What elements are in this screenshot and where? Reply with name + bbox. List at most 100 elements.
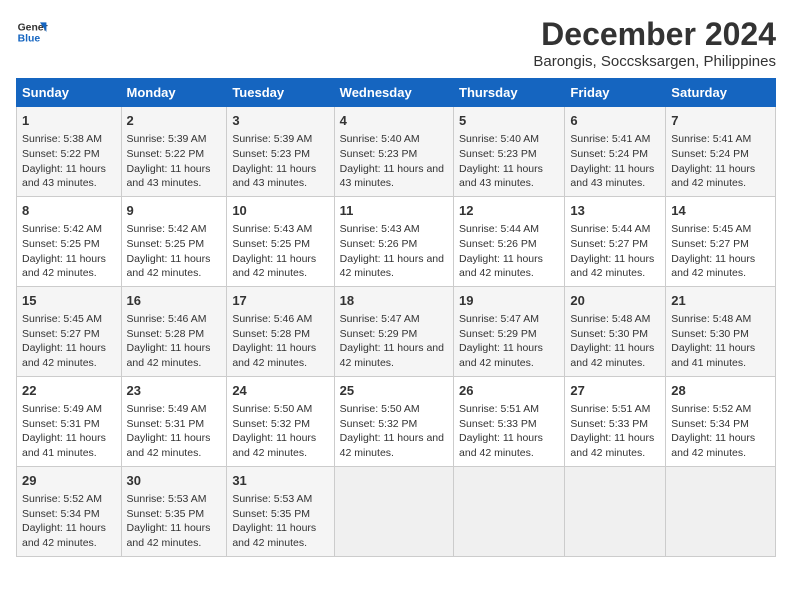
sunrise-text: Sunrise: 5:48 AM: [570, 313, 650, 325]
daylight-text: Daylight: 11 hours and 42 minutes.: [232, 253, 316, 280]
sunrise-text: Sunrise: 5:50 AM: [340, 403, 420, 415]
calendar-cell: 25Sunrise: 5:50 AMSunset: 5:32 PMDayligh…: [334, 376, 453, 466]
sunrise-text: Sunrise: 5:48 AM: [671, 313, 751, 325]
sunset-text: Sunset: 5:30 PM: [671, 328, 749, 340]
calendar-cell: 31Sunrise: 5:53 AMSunset: 5:35 PMDayligh…: [227, 466, 334, 556]
sunset-text: Sunset: 5:33 PM: [570, 418, 648, 430]
daylight-text: Daylight: 11 hours and 42 minutes.: [340, 253, 444, 280]
day-number: 23: [127, 382, 222, 400]
daylight-text: Daylight: 11 hours and 42 minutes.: [459, 342, 543, 369]
day-number: 17: [232, 292, 328, 310]
day-number: 19: [459, 292, 559, 310]
sunset-text: Sunset: 5:22 PM: [127, 148, 205, 160]
sunrise-text: Sunrise: 5:51 AM: [459, 403, 539, 415]
sunset-text: Sunset: 5:23 PM: [459, 148, 537, 160]
calendar-cell: 2 Sunrise: 5:39 AM Sunset: 5:22 PM Daylight…: [121, 107, 227, 197]
calendar-cell: 18 Sunrise: 5:47 AM Sunset: 5:29 PM Dayligh…: [334, 286, 453, 376]
svg-text:Blue: Blue: [18, 34, 41, 45]
calendar-cell: 19Sunrise: 5:47 AMSunset: 5:29 PMDayligh…: [454, 286, 565, 376]
day-number: 22: [22, 382, 116, 400]
sunset-text: Sunset: 5:23 PM: [340, 148, 418, 160]
daylight-text: Daylight: 11 hours and 42 minutes.: [459, 253, 543, 280]
sunrise-text: Sunrise: 5:44 AM: [459, 223, 539, 235]
sunrise-text: Sunrise: 5:47 AM: [340, 313, 420, 325]
calendar-row-2: 8Sunrise: 5:42 AMSunset: 5:25 PMDaylight…: [17, 196, 776, 286]
day-number: 16: [127, 292, 222, 310]
daylight-text: Daylight: 11 hours and 43 minutes.: [459, 163, 543, 190]
sunset-text: Sunset: 5:26 PM: [459, 238, 537, 250]
sunrise-text: Sunrise: 5:45 AM: [671, 223, 751, 235]
calendar-cell: 9Sunrise: 5:42 AMSunset: 5:25 PMDaylight…: [121, 196, 227, 286]
day-number: 7: [671, 112, 770, 130]
day-number: 31: [232, 472, 328, 490]
daylight-text: Daylight: 11 hours and 43 minutes.: [127, 163, 211, 190]
sunrise-text: Sunrise: 5:46 AM: [127, 313, 207, 325]
sunset-text: Sunset: 5:27 PM: [22, 328, 100, 340]
sunset-text: Sunset: 5:24 PM: [570, 148, 648, 160]
subtitle: Barongis, Soccsksargen, Philippines: [533, 53, 776, 70]
sunset-text: Sunset: 5:23 PM: [232, 148, 310, 160]
day-number: 13: [570, 202, 660, 220]
daylight-text: Daylight: 11 hours and 41 minutes.: [22, 432, 106, 459]
page-header: General Blue December 2024 Barongis, Soc…: [16, 16, 776, 70]
day-number: 3: [232, 112, 328, 130]
calendar-cell: 12 Sunrise: 5:44 AM Sunset: 5:26 PM Dayligh…: [454, 196, 565, 286]
sunset-text: Sunset: 5:29 PM: [340, 328, 418, 340]
calendar-cell: 11Sunrise: 5:43 AMSunset: 5:26 PMDayligh…: [334, 196, 453, 286]
calendar-cell: 8Sunrise: 5:42 AMSunset: 5:25 PMDaylight…: [17, 196, 122, 286]
day-number: 20: [570, 292, 660, 310]
daylight-text: Daylight: 11 hours and 42 minutes.: [340, 342, 444, 369]
calendar-cell: 13 Sunrise: 5:44 AM Sunset: 5:27 PM Dayligh…: [565, 196, 666, 286]
day-number: 30: [127, 472, 222, 490]
sunset-text: Sunset: 5:33 PM: [459, 418, 537, 430]
day-number: 14: [671, 202, 770, 220]
day-number: 28: [671, 382, 770, 400]
sunrise-text: Sunrise: 5:39 AM: [127, 133, 207, 145]
sunrise-text: Sunrise: 5:49 AM: [127, 403, 207, 415]
sunrise-text: Sunrise: 5:47 AM: [459, 313, 539, 325]
sunset-text: Sunset: 5:30 PM: [570, 328, 648, 340]
sunset-text: Sunset: 5:31 PM: [127, 418, 205, 430]
calendar-row-5: 29Sunrise: 5:52 AMSunset: 5:34 PMDayligh…: [17, 466, 776, 556]
day-number: 1: [22, 112, 116, 130]
daylight-text: Daylight: 11 hours and 42 minutes.: [127, 522, 211, 549]
daylight-text: Daylight: 11 hours and 42 minutes.: [232, 432, 316, 459]
day-number: 5: [459, 112, 559, 130]
sunrise-text: Sunrise: 5:46 AM: [232, 313, 312, 325]
sunset-text: Sunset: 5:35 PM: [232, 508, 310, 520]
calendar-cell: 26Sunrise: 5:51 AMSunset: 5:33 PMDayligh…: [454, 376, 565, 466]
day-number: 26: [459, 382, 559, 400]
sunset-text: Sunset: 5:32 PM: [232, 418, 310, 430]
day-number: 29: [22, 472, 116, 490]
daylight-text: Daylight: 11 hours and 42 minutes.: [671, 163, 755, 190]
daylight-text: Daylight: 11 hours and 42 minutes.: [570, 253, 654, 280]
daylight-text: Daylight: 11 hours and 41 minutes.: [671, 342, 755, 369]
sunrise-text: Sunrise: 5:53 AM: [232, 493, 312, 505]
sunrise-text: Sunrise: 5:51 AM: [570, 403, 650, 415]
calendar-cell: 22Sunrise: 5:49 AMSunset: 5:31 PMDayligh…: [17, 376, 122, 466]
sunrise-text: Sunrise: 5:44 AM: [570, 223, 650, 235]
sunrise-text: Sunrise: 5:41 AM: [570, 133, 650, 145]
calendar-cell: 10Sunrise: 5:43 AMSunset: 5:25 PMDayligh…: [227, 196, 334, 286]
calendar-cell: [666, 466, 776, 556]
sunrise-text: Sunrise: 5:43 AM: [232, 223, 312, 235]
sunset-text: Sunset: 5:26 PM: [340, 238, 418, 250]
calendar-cell: [454, 466, 565, 556]
calendar-row-4: 22 Sunrise: 5:49 AM Sunset: 5:31 PM Dayligh…: [17, 376, 776, 466]
day-number: 15: [22, 292, 116, 310]
daylight-text: Daylight: 11 hours and 42 minutes.: [570, 342, 654, 369]
day-number: 9: [127, 202, 222, 220]
sunset-text: Sunset: 5:25 PM: [127, 238, 205, 250]
day-number: 12: [459, 202, 559, 220]
header-thursday: Thursday: [454, 79, 565, 107]
sunrise-text: Sunrise: 5:40 AM: [340, 133, 420, 145]
day-number: 18: [340, 292, 448, 310]
day-number: 2: [127, 112, 222, 130]
sunset-text: Sunset: 5:31 PM: [22, 418, 100, 430]
sunset-text: Sunset: 5:27 PM: [570, 238, 648, 250]
sunset-text: Sunset: 5:28 PM: [127, 328, 205, 340]
day-number: 6: [570, 112, 660, 130]
header-saturday: Saturday: [666, 79, 776, 107]
calendar-cell: 23Sunrise: 5:49 AMSunset: 5:31 PMDayligh…: [121, 376, 227, 466]
calendar-cell: 5Sunrise: 5:40 AMSunset: 5:23 PMDaylight…: [454, 107, 565, 197]
